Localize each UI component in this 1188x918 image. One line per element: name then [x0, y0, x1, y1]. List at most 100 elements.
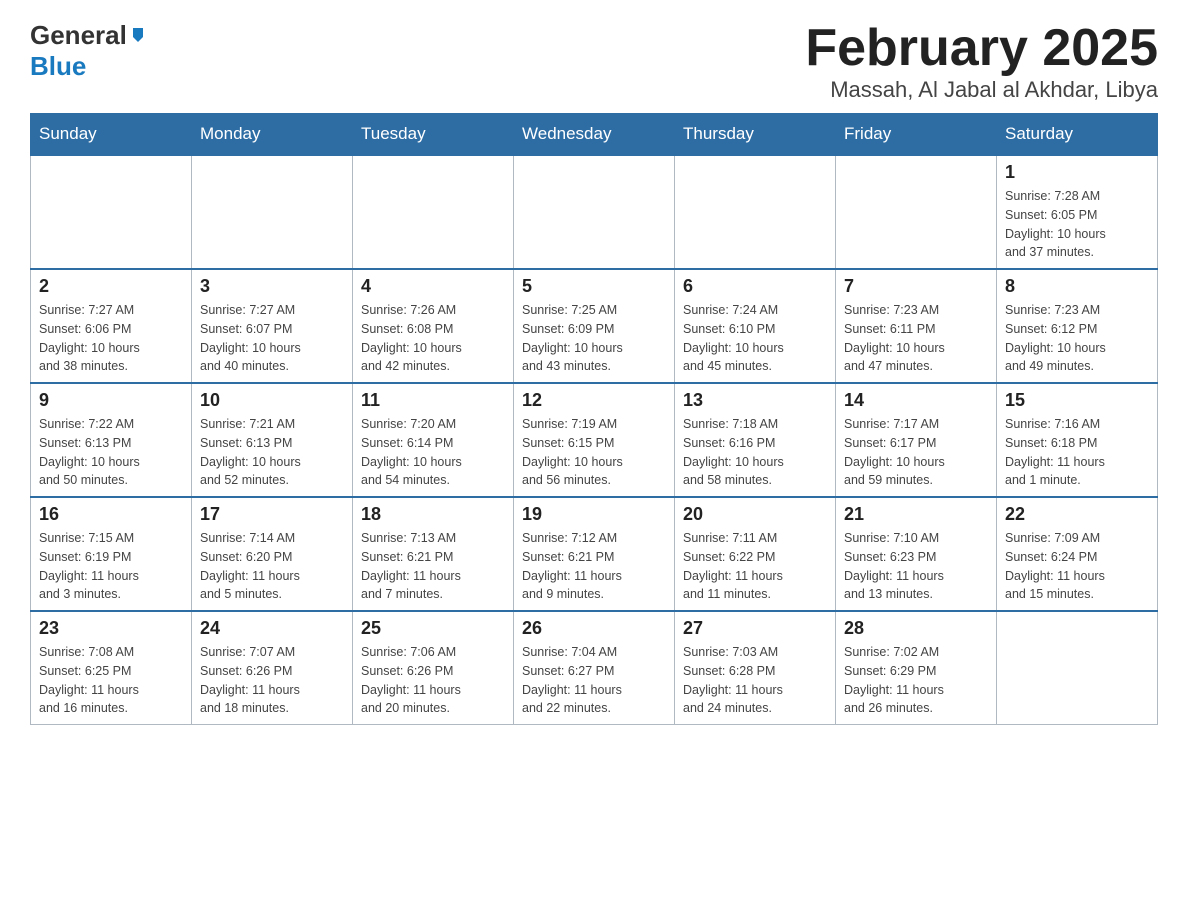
day-cell: 25Sunrise: 7:06 AMSunset: 6:26 PMDayligh…	[353, 611, 514, 725]
day-number: 16	[39, 504, 183, 525]
day-number: 13	[683, 390, 827, 411]
day-cell: 3Sunrise: 7:27 AMSunset: 6:07 PMDaylight…	[192, 269, 353, 383]
day-cell: 2Sunrise: 7:27 AMSunset: 6:06 PMDaylight…	[31, 269, 192, 383]
day-number: 14	[844, 390, 988, 411]
day-info: Sunrise: 7:18 AMSunset: 6:16 PMDaylight:…	[683, 415, 827, 490]
weekday-header-saturday: Saturday	[997, 114, 1158, 156]
day-cell: 11Sunrise: 7:20 AMSunset: 6:14 PMDayligh…	[353, 383, 514, 497]
logo: General Blue	[30, 20, 147, 82]
day-cell	[836, 155, 997, 269]
week-row-3: 9 Sunrise: 7:22 AMSunset: 6:13 PMDaylight…	[31, 383, 1158, 497]
day-cell: 26 Sunrise: 7:04 AMSunset: 6:27 PMDayligh…	[514, 611, 675, 725]
day-info: Sunrise: 7:21 AMSunset: 6:13 PMDaylight:…	[200, 415, 344, 490]
day-cell	[353, 155, 514, 269]
day-cell: 1 Sunrise: 7:28 AMSunset: 6:05 PMDaylight…	[997, 155, 1158, 269]
day-cell: 8 Sunrise: 7:23 AMSunset: 6:12 PMDaylight…	[997, 269, 1158, 383]
calendar-table: SundayMondayTuesdayWednesdayThursdayFrid…	[30, 113, 1158, 725]
day-cell: 15 Sunrise: 7:16 AMSunset: 6:18 PMDayligh…	[997, 383, 1158, 497]
day-info: Sunrise: 7:23 AMSunset: 6:12 PMDaylight:…	[1005, 301, 1149, 376]
day-number: 7	[844, 276, 988, 297]
day-info: Sunrise: 7:27 AMSunset: 6:06 PMDaylight:…	[39, 301, 183, 376]
day-cell: 7 Sunrise: 7:23 AMSunset: 6:11 PMDaylight…	[836, 269, 997, 383]
day-number: 20	[683, 504, 827, 525]
day-number: 26	[522, 618, 666, 639]
day-number: 9	[39, 390, 183, 411]
title-block: February 2025 Massah, Al Jabal al Akhdar…	[805, 20, 1158, 103]
day-number: 15	[1005, 390, 1149, 411]
logo-general-text: General	[30, 20, 127, 51]
day-cell: 18 Sunrise: 7:13 AMSunset: 6:21 PMDayligh…	[353, 497, 514, 611]
day-info: Sunrise: 7:17 AMSunset: 6:17 PMDaylight:…	[844, 415, 988, 490]
day-number: 5	[522, 276, 666, 297]
day-info: Sunrise: 7:09 AMSunset: 6:24 PMDaylight:…	[1005, 529, 1149, 604]
day-cell	[192, 155, 353, 269]
calendar-subtitle: Massah, Al Jabal al Akhdar, Libya	[805, 77, 1158, 103]
day-info: Sunrise: 7:15 AMSunset: 6:19 PMDaylight:…	[39, 529, 183, 604]
day-number: 8	[1005, 276, 1149, 297]
day-cell: 19 Sunrise: 7:12 AMSunset: 6:21 PMDayligh…	[514, 497, 675, 611]
day-cell	[675, 155, 836, 269]
day-cell: 10 Sunrise: 7:21 AMSunset: 6:13 PMDayligh…	[192, 383, 353, 497]
logo-blue-text: Blue	[30, 51, 86, 81]
day-info: Sunrise: 7:13 AMSunset: 6:21 PMDaylight:…	[361, 529, 505, 604]
day-cell: 27Sunrise: 7:03 AMSunset: 6:28 PMDayligh…	[675, 611, 836, 725]
day-number: 23	[39, 618, 183, 639]
week-row-4: 16 Sunrise: 7:15 AMSunset: 6:19 PMDayligh…	[31, 497, 1158, 611]
day-info: Sunrise: 7:14 AMSunset: 6:20 PMDaylight:…	[200, 529, 344, 604]
day-cell: 16 Sunrise: 7:15 AMSunset: 6:19 PMDayligh…	[31, 497, 192, 611]
day-cell: 5 Sunrise: 7:25 AMSunset: 6:09 PMDaylight…	[514, 269, 675, 383]
day-info: Sunrise: 7:04 AMSunset: 6:27 PMDaylight:…	[522, 643, 666, 718]
day-info: Sunrise: 7:28 AMSunset: 6:05 PMDaylight:…	[1005, 187, 1149, 262]
day-number: 19	[522, 504, 666, 525]
day-number: 18	[361, 504, 505, 525]
day-cell: 23Sunrise: 7:08 AMSunset: 6:25 PMDayligh…	[31, 611, 192, 725]
day-info: Sunrise: 7:25 AMSunset: 6:09 PMDaylight:…	[522, 301, 666, 376]
day-cell: 4Sunrise: 7:26 AMSunset: 6:08 PMDaylight…	[353, 269, 514, 383]
header: General Blue February 2025 Massah, Al Ja…	[30, 20, 1158, 103]
day-number: 27	[683, 618, 827, 639]
day-number: 6	[683, 276, 827, 297]
day-info: Sunrise: 7:22 AMSunset: 6:13 PMDaylight:…	[39, 415, 183, 490]
day-info: Sunrise: 7:23 AMSunset: 6:11 PMDaylight:…	[844, 301, 988, 376]
weekday-header-row: SundayMondayTuesdayWednesdayThursdayFrid…	[31, 114, 1158, 156]
day-info: Sunrise: 7:12 AMSunset: 6:21 PMDaylight:…	[522, 529, 666, 604]
logo-arrow-icon	[129, 26, 147, 44]
day-number: 21	[844, 504, 988, 525]
day-number: 1	[1005, 162, 1149, 183]
day-cell	[31, 155, 192, 269]
day-number: 17	[200, 504, 344, 525]
day-cell	[997, 611, 1158, 725]
weekday-header-tuesday: Tuesday	[353, 114, 514, 156]
day-cell: 13 Sunrise: 7:18 AMSunset: 6:16 PMDayligh…	[675, 383, 836, 497]
day-info: Sunrise: 7:27 AMSunset: 6:07 PMDaylight:…	[200, 301, 344, 376]
day-number: 11	[361, 390, 505, 411]
day-cell: 28 Sunrise: 7:02 AMSunset: 6:29 PMDayligh…	[836, 611, 997, 725]
day-cell: 6 Sunrise: 7:24 AMSunset: 6:10 PMDaylight…	[675, 269, 836, 383]
day-cell: 21 Sunrise: 7:10 AMSunset: 6:23 PMDayligh…	[836, 497, 997, 611]
day-number: 25	[361, 618, 505, 639]
day-cell: 24 Sunrise: 7:07 AMSunset: 6:26 PMDayligh…	[192, 611, 353, 725]
day-info: Sunrise: 7:16 AMSunset: 6:18 PMDaylight:…	[1005, 415, 1149, 490]
day-cell: 9 Sunrise: 7:22 AMSunset: 6:13 PMDaylight…	[31, 383, 192, 497]
day-number: 10	[200, 390, 344, 411]
day-cell: 14 Sunrise: 7:17 AMSunset: 6:17 PMDayligh…	[836, 383, 997, 497]
day-cell: 20Sunrise: 7:11 AMSunset: 6:22 PMDayligh…	[675, 497, 836, 611]
day-info: Sunrise: 7:26 AMSunset: 6:08 PMDaylight:…	[361, 301, 505, 376]
day-number: 22	[1005, 504, 1149, 525]
day-info: Sunrise: 7:07 AMSunset: 6:26 PMDaylight:…	[200, 643, 344, 718]
day-number: 24	[200, 618, 344, 639]
weekday-header-friday: Friday	[836, 114, 997, 156]
day-info: Sunrise: 7:19 AMSunset: 6:15 PMDaylight:…	[522, 415, 666, 490]
day-number: 12	[522, 390, 666, 411]
day-info: Sunrise: 7:24 AMSunset: 6:10 PMDaylight:…	[683, 301, 827, 376]
day-info: Sunrise: 7:10 AMSunset: 6:23 PMDaylight:…	[844, 529, 988, 604]
week-row-1: 1 Sunrise: 7:28 AMSunset: 6:05 PMDaylight…	[31, 155, 1158, 269]
weekday-header-sunday: Sunday	[31, 114, 192, 156]
week-row-5: 23Sunrise: 7:08 AMSunset: 6:25 PMDayligh…	[31, 611, 1158, 725]
week-row-2: 2Sunrise: 7:27 AMSunset: 6:06 PMDaylight…	[31, 269, 1158, 383]
weekday-header-thursday: Thursday	[675, 114, 836, 156]
day-number: 28	[844, 618, 988, 639]
day-cell: 17 Sunrise: 7:14 AMSunset: 6:20 PMDayligh…	[192, 497, 353, 611]
day-info: Sunrise: 7:02 AMSunset: 6:29 PMDaylight:…	[844, 643, 988, 718]
weekday-header-wednesday: Wednesday	[514, 114, 675, 156]
